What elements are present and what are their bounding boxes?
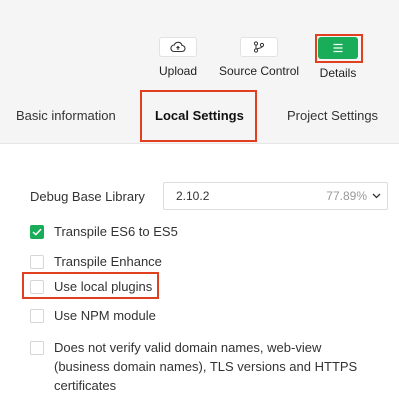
option-label: Use NPM module [54,308,156,323]
local-settings-highlight-frame [140,90,257,142]
details-label: Details [319,66,357,80]
upload-label: Upload [159,64,198,78]
upload-button-box[interactable] [159,37,198,57]
tab-basic-information[interactable]: Basic information [16,88,116,144]
option-label: Transpile ES6 to ES5 [54,224,178,239]
checkmark-icon [32,228,42,236]
cloud-upload-icon [170,41,186,53]
debug-library-label: Debug Base Library [30,188,145,204]
option-transpile-enhance[interactable]: Transpile Enhance [30,254,162,271]
source-control-button-box[interactable] [240,37,279,57]
debug-library-percent: 77.89% [326,189,367,203]
debug-library-row: Debug Base Library 2.10.2 77.89% [30,182,388,210]
option-transpile-es6[interactable]: Transpile ES6 to ES5 [30,224,178,241]
option-skip-domain-verification[interactable]: Does not verify valid domain names, web-… [30,340,364,395]
upload-button[interactable]: Upload [159,37,197,78]
source-control-label: Source Control [219,64,300,78]
option-use-npm-module[interactable]: Use NPM module [30,308,156,325]
checkbox-checked[interactable] [30,225,44,239]
source-control-button[interactable]: Source Control [219,37,299,78]
option-label: Does not verify valid domain names, web-… [54,340,358,393]
details-highlight-frame [315,34,363,63]
checkbox[interactable] [30,309,44,323]
checkbox[interactable] [30,255,44,269]
debug-library-version: 2.10.2 [176,189,210,203]
option-label: Transpile Enhance [54,254,162,269]
git-branch-icon [253,41,265,53]
chevron-down-icon [371,191,381,201]
checkbox[interactable] [30,341,44,355]
local-plugins-highlight-frame [22,272,159,299]
debug-library-select[interactable]: 2.10.2 77.89% [163,182,388,210]
tab-project-settings[interactable]: Project Settings [287,88,378,144]
